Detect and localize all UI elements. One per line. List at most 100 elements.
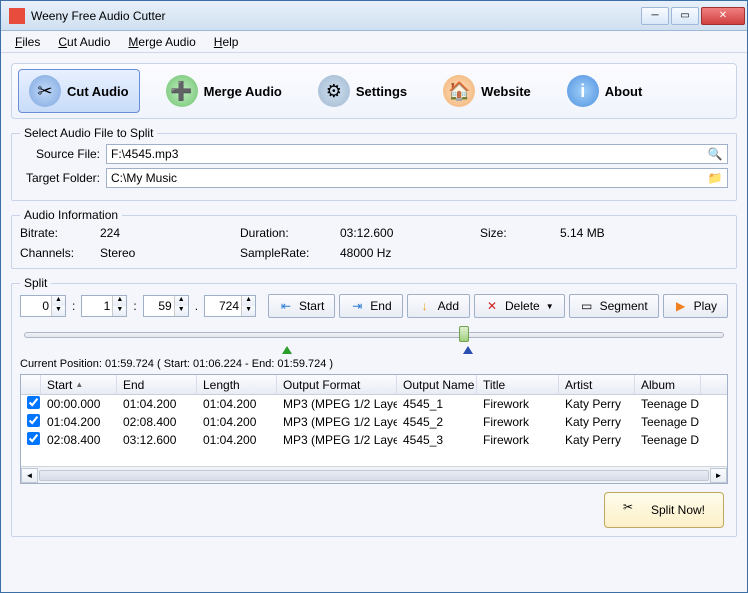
table-header: Start▲ End Length Output Format Output N… <box>21 375 727 395</box>
cell-end: 02:08.400 <box>117 414 197 430</box>
close-button[interactable]: ✕ <box>701 7 745 25</box>
table-body: 00:00.00001:04.20001:04.200MP3 (MPEG 1/2… <box>21 395 727 466</box>
position-slider[interactable] <box>20 326 728 356</box>
toolbar-cut-label: Cut Audio <box>67 84 129 99</box>
size-value: 5.14 MB <box>560 226 680 240</box>
minimize-button[interactable]: ─ <box>641 7 669 25</box>
current-position-text: Current Position: 01:59.724 ( Start: 01:… <box>20 358 728 370</box>
home-icon: 🏠 <box>443 75 475 107</box>
delete-icon: ✕ <box>485 299 499 313</box>
spin-up-icon[interactable]: ▲ <box>112 296 126 306</box>
target-folder-label: Target Folder: <box>20 171 100 185</box>
horizontal-scrollbar[interactable]: ◄ ► <box>21 466 727 483</box>
cell-format: MP3 (MPEG 1/2 Layer 3) <box>277 414 397 430</box>
scroll-right-icon[interactable]: ► <box>710 468 727 483</box>
channels-label: Channels: <box>20 246 100 260</box>
time-hours-spinner[interactable]: ▲▼ <box>20 295 66 317</box>
menu-files[interactable]: Files <box>7 33 48 51</box>
cell-artist: Katy Perry <box>559 396 635 412</box>
slider-thumb[interactable] <box>459 326 469 342</box>
row-checkbox-cell <box>21 413 41 431</box>
spin-down-icon[interactable]: ▼ <box>112 306 126 316</box>
main-toolbar: ✂ Cut Audio ➕ Merge Audio ⚙ Settings 🏠 W… <box>11 63 737 119</box>
cell-end: 01:04.200 <box>117 396 197 412</box>
segment-icon: ▭ <box>580 299 594 313</box>
end-marker-icon[interactable] <box>463 346 473 354</box>
segment-button[interactable]: ▭Segment <box>569 294 659 318</box>
header-album[interactable]: Album <box>635 375 701 394</box>
header-format[interactable]: Output Format <box>277 375 397 394</box>
end-button[interactable]: ⇥End <box>339 294 402 318</box>
select-file-group: Select Audio File to Split Source File: … <box>11 133 737 201</box>
menu-cut-audio[interactable]: Cut Audio <box>50 33 118 51</box>
spin-down-icon[interactable]: ▼ <box>241 306 255 316</box>
toolbar-merge-label: Merge Audio <box>204 84 282 99</box>
table-row[interactable]: 01:04.20002:08.40001:04.200MP3 (MPEG 1/2… <box>21 413 727 431</box>
menubar: Files Cut Audio Merge Audio Help <box>1 31 747 53</box>
bitrate-label: Bitrate: <box>20 226 100 240</box>
toolbar-settings-label: Settings <box>356 84 407 99</box>
add-button[interactable]: ↓Add <box>407 294 470 318</box>
table-row[interactable]: 00:00.00001:04.20001:04.200MP3 (MPEG 1/2… <box>21 395 727 413</box>
play-button[interactable]: ▶Play <box>663 294 728 318</box>
range-end-icon: ⇥ <box>350 299 364 313</box>
menu-help[interactable]: Help <box>206 33 247 51</box>
start-button[interactable]: ⇤Start <box>268 294 335 318</box>
time-hours-input[interactable] <box>21 297 51 315</box>
header-end[interactable]: End <box>117 375 197 394</box>
scroll-thumb[interactable] <box>39 470 709 481</box>
time-seconds-spinner[interactable]: ▲▼ <box>143 295 189 317</box>
target-folder-input[interactable]: C:\My Music 📁 <box>106 168 728 188</box>
scissors-icon: ✂ <box>29 75 61 107</box>
cell-length: 01:04.200 <box>197 414 277 430</box>
merge-icon: ➕ <box>166 75 198 107</box>
spin-down-icon[interactable]: ▼ <box>51 306 65 316</box>
bitrate-value: 224 <box>100 226 240 240</box>
start-marker-icon[interactable] <box>282 346 292 354</box>
header-output-name[interactable]: Output Name <box>397 375 477 394</box>
dot-sep: . <box>193 299 200 313</box>
slider-track <box>24 332 724 338</box>
cell-start: 02:08.400 <box>41 432 117 448</box>
row-checkbox[interactable] <box>27 396 40 409</box>
spin-up-icon[interactable]: ▲ <box>174 296 188 306</box>
app-window: Weeny Free Audio Cutter ─ ▭ ✕ Files Cut … <box>0 0 748 593</box>
scissors-icon: ✂ <box>623 500 643 520</box>
cell-album: Teenage D <box>635 414 701 430</box>
delete-button[interactable]: ✕Delete▼ <box>474 294 565 318</box>
time-minutes-input[interactable] <box>82 297 112 315</box>
split-group: Split ▲▼ : ▲▼ : ▲▼ . ▲▼ ⇤Start ⇥End ↓Add… <box>11 283 737 537</box>
time-minutes-spinner[interactable]: ▲▼ <box>81 295 127 317</box>
gear-icon: ⚙ <box>318 75 350 107</box>
header-length[interactable]: Length <box>197 375 277 394</box>
header-artist[interactable]: Artist <box>559 375 635 394</box>
menu-merge-audio[interactable]: Merge Audio <box>120 33 203 51</box>
time-seconds-input[interactable] <box>144 297 174 315</box>
browse-source-icon[interactable]: 🔍 <box>707 146 723 162</box>
spin-down-icon[interactable]: ▼ <box>174 306 188 316</box>
header-start[interactable]: Start▲ <box>41 375 117 394</box>
scroll-left-icon[interactable]: ◄ <box>21 468 38 483</box>
spin-up-icon[interactable]: ▲ <box>51 296 65 306</box>
toolbar-cut-audio[interactable]: ✂ Cut Audio <box>18 69 140 113</box>
duration-label: Duration: <box>240 226 340 240</box>
time-ms-input[interactable] <box>205 297 241 315</box>
spin-up-icon[interactable]: ▲ <box>241 296 255 306</box>
toolbar-merge-audio[interactable]: ➕ Merge Audio <box>156 69 292 113</box>
time-ms-spinner[interactable]: ▲▼ <box>204 295 256 317</box>
header-title[interactable]: Title <box>477 375 559 394</box>
toolbar-website[interactable]: 🏠 Website <box>433 69 541 113</box>
audio-info-title: Audio Information <box>20 208 122 222</box>
header-check[interactable] <box>21 375 41 394</box>
toolbar-about[interactable]: i About <box>557 69 653 113</box>
maximize-button[interactable]: ▭ <box>671 7 699 25</box>
row-checkbox[interactable] <box>27 432 40 445</box>
browse-target-icon[interactable]: 📁 <box>707 170 723 186</box>
source-file-input[interactable]: F:\4545.mp3 🔍 <box>106 144 728 164</box>
titlebar[interactable]: Weeny Free Audio Cutter ─ ▭ ✕ <box>1 1 747 31</box>
table-row[interactable]: 02:08.40003:12.60001:04.200MP3 (MPEG 1/2… <box>21 431 727 449</box>
split-now-button[interactable]: ✂ Split Now! <box>604 492 724 528</box>
row-checkbox[interactable] <box>27 414 40 427</box>
toolbar-settings[interactable]: ⚙ Settings <box>308 69 417 113</box>
samplerate-label: SampleRate: <box>240 246 340 260</box>
